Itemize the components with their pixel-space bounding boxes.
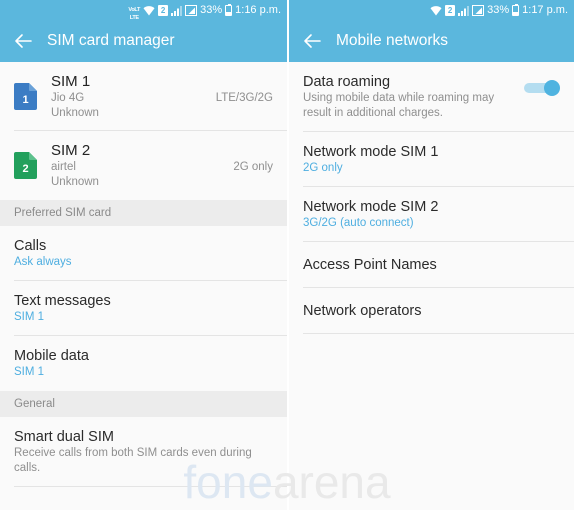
page-title: SIM card manager xyxy=(47,32,175,49)
wifi-icon xyxy=(430,5,442,16)
sim2-indicator-icon: 2 xyxy=(158,4,169,16)
sim-phone-number: Unknown xyxy=(51,107,99,119)
mobile-networks-list: Data roaming Using mobile data while roa… xyxy=(289,62,574,334)
sim-network-mode-value: LTE/3G/2G xyxy=(215,92,273,104)
setting-title: Mobile data xyxy=(14,348,89,364)
signal-bars-icon xyxy=(458,5,470,16)
setting-title: Data roaming xyxy=(303,74,391,90)
sim-row[interactable]: 1 SIM 1 Jio 4G Unknown LTE/3G/2G xyxy=(0,62,287,131)
sim-row[interactable]: 2 SIM 2 airtel Unknown 2G only xyxy=(0,131,287,200)
setting-row-text-messages[interactable]: Text messages SIM 1 xyxy=(0,281,287,336)
signal-strength-icon xyxy=(472,4,485,16)
sim-number-label: 2 xyxy=(22,163,29,175)
setting-row-access-point-names[interactable]: Access Point Names xyxy=(289,242,574,288)
setting-title: Access Point Names xyxy=(303,257,437,273)
data-roaming-toggle[interactable] xyxy=(524,80,560,96)
sim-row-text: SIM 2 airtel Unknown xyxy=(51,141,233,190)
setting-row-network-operators[interactable]: Network operators xyxy=(289,288,574,334)
sim-row-text: SIM 1 Jio 4G Unknown xyxy=(51,72,216,121)
setting-title: Network mode SIM 2 xyxy=(303,199,439,215)
setting-row-text: Network mode SIM 1 2G only xyxy=(303,143,560,176)
setting-value: SIM 1 xyxy=(14,366,45,378)
back-arrow-icon[interactable] xyxy=(13,31,33,51)
sim-card-icon: 1 xyxy=(14,83,37,110)
app-bar-right: Mobile networks xyxy=(289,20,574,62)
signal-strength-icon xyxy=(185,4,198,16)
sim-list: 1 SIM 1 Jio 4G Unknown LTE/3G/2G 2 SIM 2… xyxy=(0,62,287,487)
section-header-preferred-sim: Preferred SIM card xyxy=(0,200,287,226)
app-bar-left: SIM card manager xyxy=(0,20,287,62)
setting-value: 2G only xyxy=(303,162,343,174)
sim-carrier: airtel xyxy=(51,161,76,173)
volte-icon: VoLT LTE xyxy=(128,0,140,22)
setting-value: 3G/2G (auto connect) xyxy=(303,217,414,229)
battery-percent-label: 33% xyxy=(487,4,510,16)
battery-icon xyxy=(512,3,520,16)
setting-row-data-roaming[interactable]: Data roaming Using mobile data while roa… xyxy=(289,62,574,132)
sim-number-label: 1 xyxy=(22,94,29,106)
mobile-networks-screen: 2 33% 1:17 p.m. Mobile networks Data roa… xyxy=(287,0,574,510)
setting-row-mobile-data[interactable]: Mobile data SIM 1 xyxy=(0,336,287,391)
setting-description: Using mobile data while roaming may resu… xyxy=(303,92,495,119)
setting-title: Smart dual SIM xyxy=(14,429,114,445)
sim-network-mode-value: 2G only xyxy=(233,161,273,173)
sim-title: SIM 2 xyxy=(51,142,91,159)
battery-percent-label: 33% xyxy=(200,4,223,16)
sim2-indicator-icon: 2 xyxy=(445,4,456,16)
clock-label: 1:16 p.m. xyxy=(235,4,281,16)
back-arrow-icon[interactable] xyxy=(302,31,322,51)
setting-row-smart-dual-sim[interactable]: Smart dual SIM Receive calls from both S… xyxy=(0,417,287,487)
volte-icon-line1: VoLT xyxy=(128,7,141,14)
sim-card-manager-screen: VoLT LTE 2 33% 1:16 p.m. SIM card manage xyxy=(0,0,287,510)
setting-row-text: Network operators xyxy=(303,302,560,320)
setting-value: Ask always xyxy=(14,256,72,268)
sim-title: SIM 1 xyxy=(51,73,91,90)
signal-bars-icon xyxy=(171,5,183,16)
sim-carrier: Jio 4G xyxy=(51,92,85,104)
sim-card-icon: 2 xyxy=(14,152,37,179)
status-bar-left: VoLT LTE 2 33% 1:16 p.m. xyxy=(0,0,287,22)
toggle-knob xyxy=(544,80,560,96)
setting-row-text: Mobile data SIM 1 xyxy=(14,347,273,380)
setting-row-network-mode-sim2[interactable]: Network mode SIM 2 3G/2G (auto connect) xyxy=(289,187,574,242)
status-bar-right: 2 33% 1:17 p.m. xyxy=(289,0,574,20)
volte-icon-line2: LTE xyxy=(129,15,139,22)
setting-row-text: Network mode SIM 2 3G/2G (auto connect) xyxy=(303,198,560,231)
setting-title: Calls xyxy=(14,238,47,254)
battery-icon xyxy=(225,3,233,16)
setting-title: Text messages xyxy=(14,293,111,309)
sim-phone-number: Unknown xyxy=(51,176,99,188)
setting-title: Network operators xyxy=(303,303,422,319)
setting-row-text: Smart dual SIM Receive calls from both S… xyxy=(14,428,273,476)
setting-value: SIM 1 xyxy=(14,311,45,323)
setting-row-text: Text messages SIM 1 xyxy=(14,292,273,325)
setting-row-text: Calls Ask always xyxy=(14,237,273,270)
setting-row-network-mode-sim1[interactable]: Network mode SIM 1 2G only xyxy=(289,132,574,187)
page-title: Mobile networks xyxy=(336,32,448,49)
setting-row-text: Data roaming Using mobile data while roa… xyxy=(303,73,524,121)
section-header-general: General xyxy=(0,391,287,417)
setting-description: Receive calls from both SIM cards even d… xyxy=(14,447,252,474)
clock-label: 1:17 p.m. xyxy=(522,4,568,16)
wifi-icon xyxy=(143,5,155,16)
setting-row-text: Access Point Names xyxy=(303,256,560,274)
dual-screenshot-container: VoLT LTE 2 33% 1:16 p.m. SIM card manage xyxy=(0,0,574,510)
setting-row-calls[interactable]: Calls Ask always xyxy=(0,226,287,281)
setting-title: Network mode SIM 1 xyxy=(303,144,439,160)
